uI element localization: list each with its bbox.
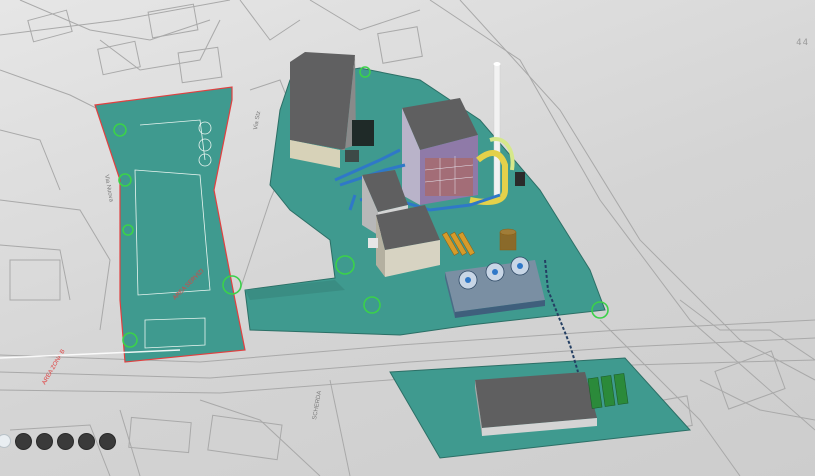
step-dot-3[interactable] — [36, 432, 53, 450]
vehicle — [515, 172, 525, 186]
chimney-stack[interactable] — [493, 62, 501, 200]
site-model-canvas[interactable]: AREA ZONA B AREA SERVIZI Via Stz Via Nuo… — [0, 0, 815, 476]
south-warehouse-building[interactable] — [475, 372, 597, 436]
step-dot-5[interactable] — [78, 432, 95, 450]
site-area-west — [94, 86, 246, 363]
control-building[interactable] — [368, 205, 440, 277]
street-label-north: Via Stz — [253, 111, 262, 131]
step-dot-4[interactable] — [57, 432, 74, 450]
step-navigation — [0, 430, 116, 452]
street-label-south: SCHERDA — [312, 390, 323, 420]
step-dot-2[interactable] — [15, 432, 32, 450]
south-cooling-units[interactable] — [587, 373, 629, 409]
street-label-mid: Via Nuova — [103, 174, 114, 203]
coordinate-readout: 44 — [796, 38, 809, 48]
3d-site-viewer[interactable]: AREA ZONA B AREA SERVIZI Via Stz Via Nuo… — [0, 0, 815, 476]
step-dot-6[interactable] — [99, 432, 116, 450]
red-label-left: AREA ZONA B — [42, 349, 67, 386]
step-dot-1[interactable] — [0, 434, 11, 448]
boiler-hall-building[interactable] — [402, 98, 478, 205]
